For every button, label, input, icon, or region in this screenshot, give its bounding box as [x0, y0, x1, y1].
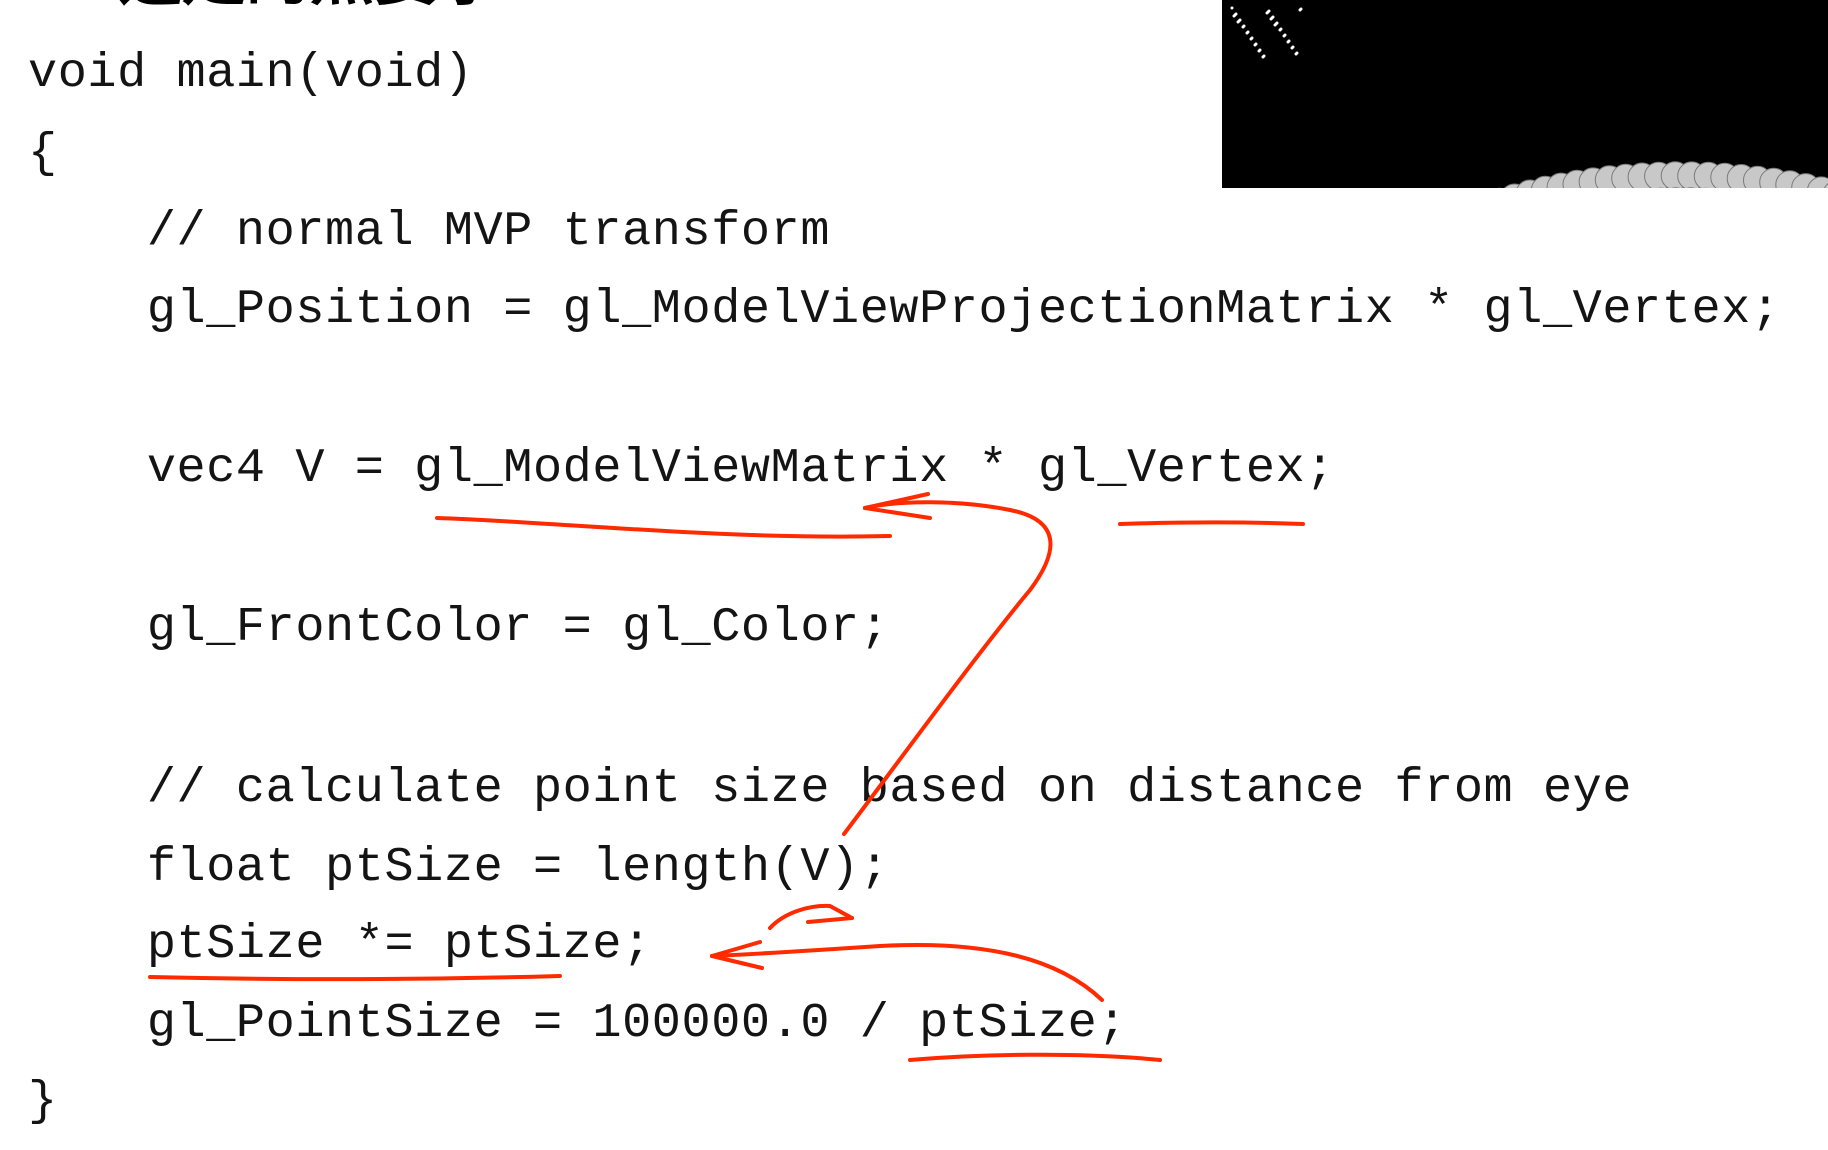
code-line: gl_FrontColor = gl_Color;: [28, 600, 890, 655]
speckle-dot: [1253, 43, 1257, 47]
code-line: ptSize *= ptSize;: [28, 917, 652, 972]
speckle-dot: [1241, 25, 1245, 29]
speckle-dot: [1278, 28, 1282, 32]
speckle-dot: [1249, 37, 1253, 41]
speckle-dot: [1282, 34, 1286, 38]
code-line: void main(void): [28, 46, 474, 101]
speckle-dot: [1257, 49, 1261, 53]
point-sprite-sphere-image: [1230, 6, 1828, 188]
speckle-dot: [1232, 14, 1236, 18]
speckle-dot: [1265, 11, 1269, 15]
code-line: // normal MVP transform: [28, 204, 831, 259]
code-line: {: [28, 126, 58, 181]
speckle-dot: [1286, 40, 1290, 44]
speckle-dot: [1298, 8, 1302, 12]
code-line: }: [28, 1074, 58, 1129]
speckle-dot: [1273, 23, 1277, 27]
code-line: // calculate point size based on distanc…: [28, 761, 1633, 816]
code-line: gl_Position = gl_ModelViewProjectionMatr…: [28, 282, 1781, 337]
code-line: vec4 V = gl_ModelViewMatrix * gl_Vertex;: [28, 441, 1336, 496]
speckle-dot: [1236, 20, 1240, 24]
code-line: gl_PointSize = 100000.0 / ptSize;: [28, 996, 1128, 1051]
speckle-dot: [1294, 52, 1298, 56]
speckle-dot: [1269, 17, 1273, 21]
code-line: float ptSize = length(V);: [28, 840, 890, 895]
speckle-dot: [1245, 31, 1249, 35]
point-sprite-thumbnail: [1222, 0, 1828, 188]
speckle-dot: [1230, 6, 1234, 10]
speckle-dot: [1290, 46, 1294, 50]
speckle-dot: [1261, 55, 1265, 59]
